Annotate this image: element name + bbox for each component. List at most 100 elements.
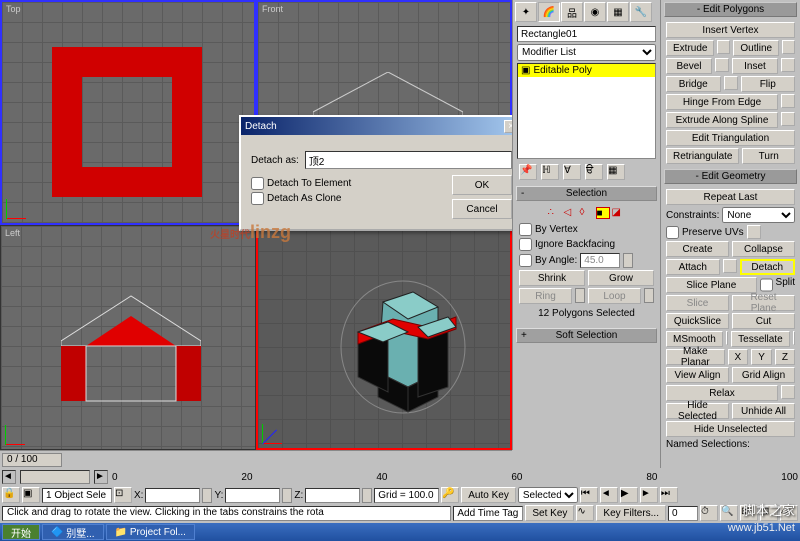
turn-button[interactable]: Turn [742,148,795,164]
selection-set-icon[interactable]: ▣ [22,487,40,503]
bridge-button[interactable]: Bridge [666,76,721,92]
motion-tab[interactable]: ◉ [584,2,606,22]
dialog-titlebar[interactable]: Detach × [241,117,522,135]
create-tab[interactable]: ✦ [515,2,537,22]
split-checkbox[interactable] [760,277,773,293]
edit-polygons-header[interactable]: - Edit Polygons [664,2,797,17]
spinner-icon[interactable] [575,288,585,303]
spinner-icon[interactable] [623,253,633,268]
extrude-spline-button[interactable]: Extrude Along Spline [666,112,778,128]
spinner-icon[interactable] [282,488,292,503]
bevel-settings-icon[interactable] [715,58,729,72]
constraints-dropdown[interactable]: None [722,207,795,223]
key-icon[interactable]: 🔑 [441,487,459,503]
pin-stack-icon[interactable]: 📌 [519,164,537,180]
scrollbar-left-icon[interactable]: ◄ [2,470,16,484]
bevel-button[interactable]: Bevel [666,58,712,74]
remove-modifier-icon[interactable]: ੳ [585,164,603,180]
hide-selected-button[interactable]: Hide Selected [666,403,729,419]
insert-vertex-button[interactable]: Insert Vertex [666,22,795,38]
planar-x-button[interactable]: X [728,349,749,365]
modifier-list-dropdown[interactable]: Modifier List [517,44,656,61]
ok-button[interactable]: OK [452,175,512,195]
key-mode-dropdown[interactable]: Selected [518,487,578,503]
relax-button[interactable]: Relax [666,385,778,401]
attach-settings-icon[interactable] [723,259,737,273]
viewport-perspective[interactable] [256,225,512,450]
spinner-icon[interactable] [362,488,372,503]
frame-field[interactable]: 0 [668,506,698,521]
by-vertex-checkbox[interactable] [519,223,532,236]
stack-item-editable-poly[interactable]: ▣Editable Poly [518,64,655,77]
goto-end-icon[interactable]: ⏭ [660,487,678,503]
time-slider-thumb[interactable]: 0 / 100 [2,453,62,467]
border-mode-icon[interactable]: ◊ [580,207,594,219]
y-field[interactable] [225,488,280,503]
time-slider[interactable]: 0 / 100 [0,450,512,468]
time-config-icon[interactable]: ⏱ [700,505,718,521]
grow-button[interactable]: Grow [588,270,654,286]
display-tab[interactable]: ▦ [607,2,629,22]
modifier-stack[interactable]: ▣Editable Poly [517,63,656,159]
edge-mode-icon[interactable]: ◁ [564,207,578,219]
msmooth-settings-icon[interactable] [726,331,728,345]
view-align-button[interactable]: View Align [666,367,729,383]
hide-unselected-button[interactable]: Hide Unselected [666,421,795,437]
inset-settings-icon[interactable] [781,58,795,72]
shrink-button[interactable]: Shrink [519,270,585,286]
lock-icon[interactable]: 🔒 [2,487,20,503]
by-angle-value[interactable]: 45.0 [580,253,620,268]
inset-button[interactable]: Inset [732,58,778,74]
create-button[interactable]: Create [666,241,729,257]
retriangulate-button[interactable]: Retriangulate [666,148,739,164]
key-filters-button[interactable]: Key Filters... [596,505,666,521]
vertex-mode-icon[interactable]: ∴ [548,207,562,219]
detach-as-clone-checkbox[interactable] [251,192,264,205]
spinner-icon[interactable] [202,488,212,503]
ignore-backfacing-checkbox[interactable] [519,238,532,251]
extrude-spline-settings-icon[interactable] [781,112,795,126]
scrollbar-right-icon[interactable]: ► [94,470,108,484]
set-key-button[interactable]: Set Key [525,505,574,521]
extrude-button[interactable]: Extrude [666,40,714,56]
detach-as-input[interactable] [305,151,512,169]
play-icon[interactable]: ▶ [620,487,638,503]
key-filters-icon[interactable]: ∿ [576,505,594,521]
tessellate-settings-icon[interactable] [793,331,795,345]
repeat-last-button[interactable]: Repeat Last [666,189,795,205]
taskbar-app-1[interactable]: 🔷 别墅... [42,524,104,540]
slice-plane-button[interactable]: Slice Plane [666,277,757,293]
taskbar-app-2[interactable]: 📁 Project Fol... [106,524,195,540]
show-end-result-icon[interactable]: ℍ [541,164,559,180]
hinge-button[interactable]: Hinge From Edge [666,94,778,110]
utilities-tab[interactable]: 🔧 [630,2,652,22]
make-unique-icon[interactable]: ∀ [563,164,581,180]
selection-rollout-header[interactable]: -Selection [516,186,657,201]
relax-settings-icon[interactable] [781,385,795,399]
z-field[interactable] [305,488,360,503]
msmooth-button[interactable]: MSmooth [666,331,723,347]
x-field[interactable] [145,488,200,503]
detach-button[interactable]: Detach [740,259,796,275]
attach-button[interactable]: Attach [666,259,720,275]
start-button[interactable]: 开始 [2,524,40,540]
flip-button[interactable]: Flip [741,76,796,92]
cancel-button[interactable]: Cancel [452,199,512,219]
expand-icon[interactable]: ▣ [521,65,530,76]
by-angle-checkbox[interactable] [519,254,532,267]
outline-settings-icon[interactable] [782,40,795,54]
add-time-tag[interactable]: Add Time Tag [453,506,523,521]
extrude-settings-icon[interactable] [717,40,730,54]
collapse-button[interactable]: Collapse [732,241,795,257]
viewport-top[interactable]: Top [0,0,256,225]
grid-align-button[interactable]: Grid Align [732,367,795,383]
zoom-icon[interactable]: 🔍 [720,505,738,521]
edit-tri-button[interactable]: Edit Triangulation [666,130,795,146]
preserve-uv-checkbox[interactable] [666,226,679,239]
bridge-settings-icon[interactable] [724,76,738,90]
detach-to-element-checkbox[interactable] [251,177,264,190]
goto-start-icon[interactable]: ⏮ [580,487,598,503]
modify-tab[interactable]: 🌈 [538,2,560,22]
next-frame-icon[interactable]: ► [640,487,658,503]
configure-sets-icon[interactable]: ▦ [607,164,625,180]
